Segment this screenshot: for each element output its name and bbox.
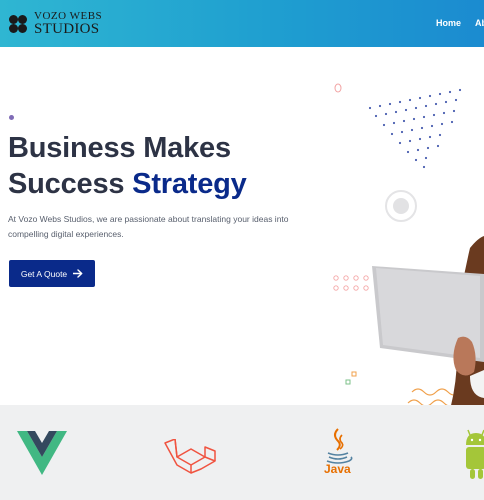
decorative-dot (9, 115, 14, 120)
get-a-quote-button[interactable]: Get A Quote (9, 260, 95, 287)
nav-about[interactable]: Ab (475, 18, 484, 28)
site-header: VOZO WEBS STUDIOS Home Ab (0, 0, 484, 47)
main-nav: Home Ab (436, 18, 484, 28)
headline-accent: Strategy (132, 168, 247, 200)
tech-logos-strip: Java (0, 405, 484, 500)
java-label: Java (324, 462, 351, 476)
dot-grid-icon (333, 275, 369, 291)
headline-line2-plain: Success (8, 168, 133, 200)
logo-text-line2: STUDIOS (34, 21, 100, 37)
hexagon-logo-icon (9, 13, 31, 35)
vue-logo-icon (17, 431, 67, 475)
brand-logo[interactable]: VOZO WEBS STUDIOS (9, 10, 102, 38)
hero-subtext: At Vozo Webs Studios, we are passionate … (8, 214, 289, 239)
cta-label: Get A Quote (20, 268, 68, 279)
android-logo-icon (466, 429, 484, 479)
headline-line1: Business Makes (8, 132, 231, 164)
dotted-triangle-icon (368, 88, 462, 169)
arrow-right-icon (73, 269, 83, 278)
nav-home[interactable]: Home (436, 18, 461, 28)
hero-headline: Business Makes Success Strategy (8, 130, 247, 202)
hero-illustration (333, 83, 484, 410)
laravel-logo-icon (164, 439, 216, 474)
